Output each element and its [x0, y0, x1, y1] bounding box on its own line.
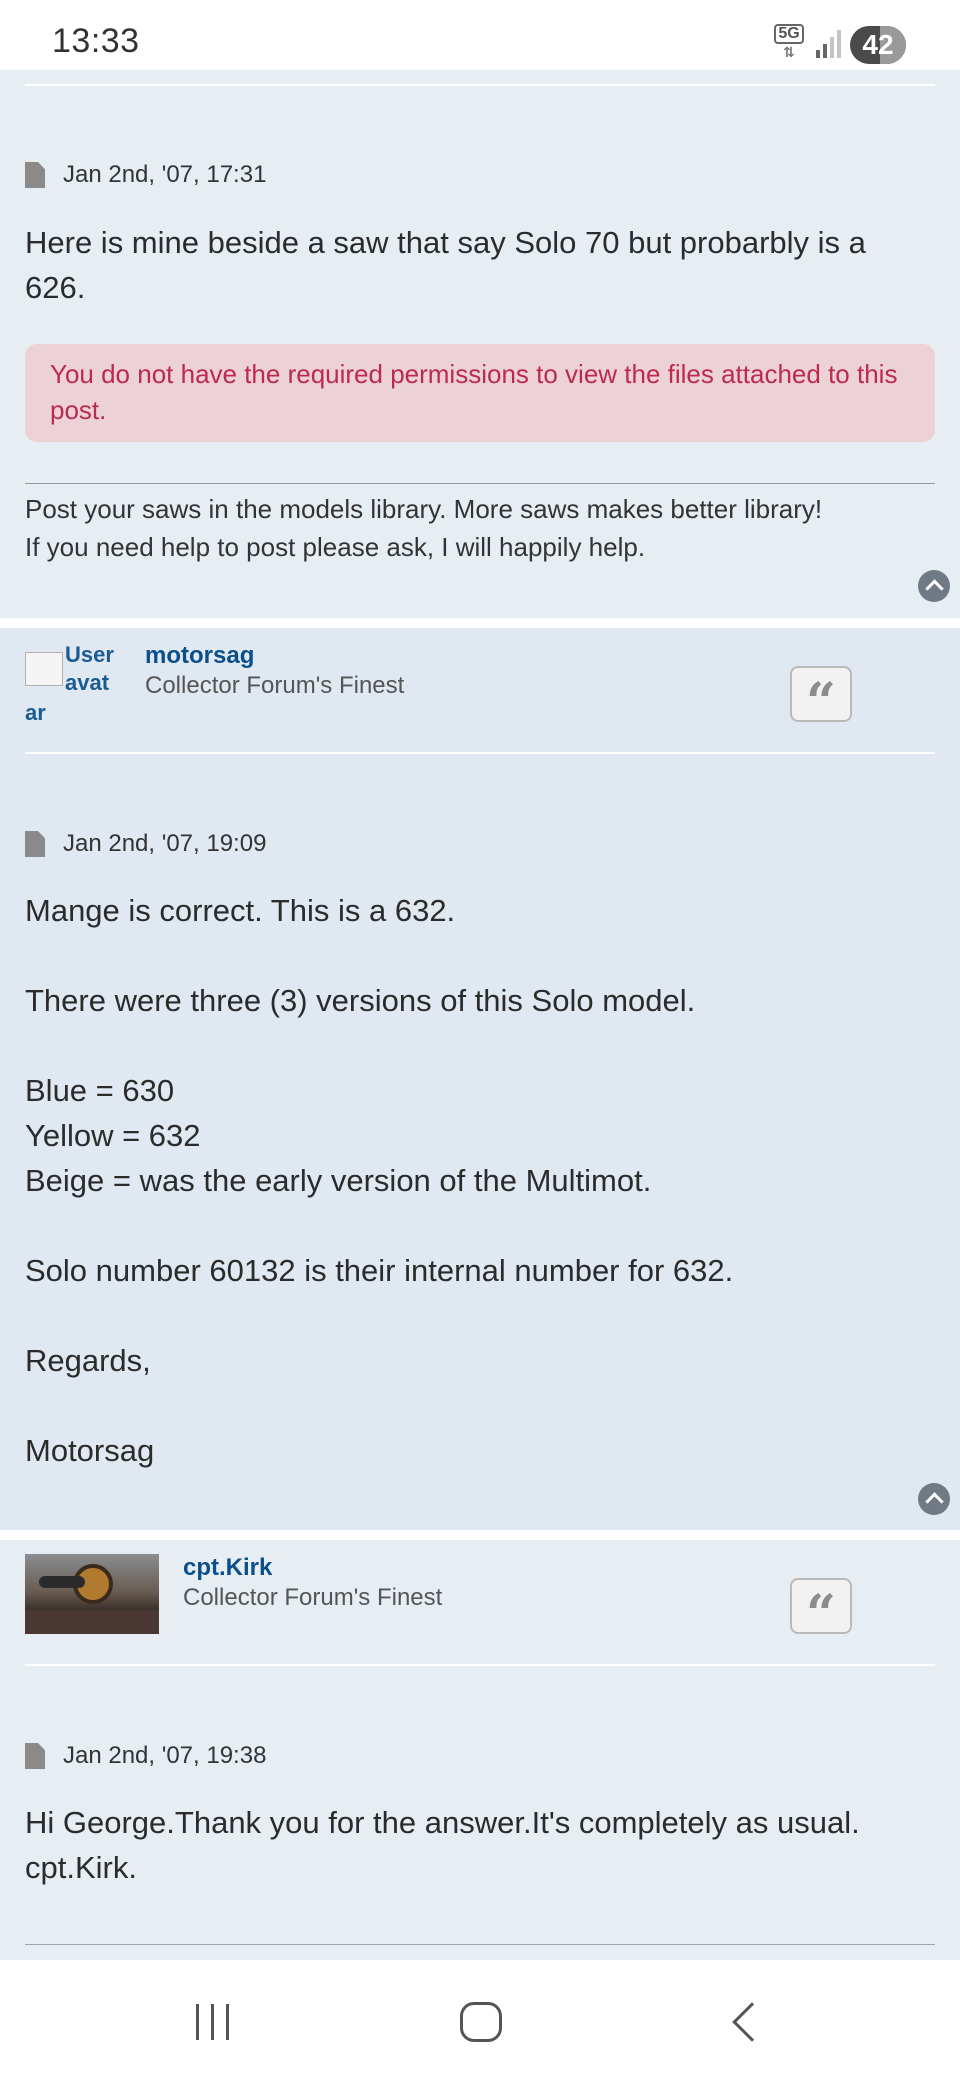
home-icon[interactable] — [460, 2002, 502, 2042]
network-5g-icon: 5G ⇅ — [772, 24, 806, 60]
signature-separator — [25, 483, 935, 484]
post-date-text: Jan 2nd, '07, 17:31 — [63, 161, 267, 188]
back-icon[interactable] — [732, 2002, 772, 2042]
quote-icon: “ — [806, 1584, 836, 1645]
signature-line: Post your saws in the models library. Mo… — [25, 494, 823, 524]
post-header-divider — [25, 1664, 935, 1666]
post-1: Jan 2nd, '07, 17:31 Here is mine beside … — [0, 70, 960, 618]
post-header-divider — [25, 84, 935, 86]
signature-separator — [25, 1944, 935, 1945]
recent-apps-icon[interactable] — [194, 2004, 232, 2040]
file-icon — [25, 831, 45, 857]
post-author-link[interactable]: cpt.Kirk — [183, 1554, 272, 1582]
post-content: Here is mine beside a saw that say Solo … — [25, 225, 866, 305]
broken-image-icon — [25, 652, 63, 686]
post-date: Jan 2nd, '07, 17:31 — [25, 161, 266, 189]
avatar[interactable] — [25, 1554, 159, 1634]
quote-button[interactable]: “ — [790, 666, 852, 733]
post-date-text: Jan 2nd, '07, 19:38 — [63, 1742, 267, 1769]
back-to-top-chevron-up-icon[interactable] — [918, 1483, 950, 1515]
file-icon — [25, 1743, 45, 1769]
post-date: Jan 2nd, '07, 19:09 — [25, 830, 266, 858]
post-header-divider — [25, 752, 935, 754]
status-time: 13:33 — [52, 22, 140, 60]
back-to-top-chevron-up-icon[interactable] — [918, 570, 950, 602]
post-3: cpt.Kirk Collector Forum's Finest “ Jan … — [0, 1540, 960, 1960]
avatar[interactable]: User avat ar — [25, 640, 135, 730]
battery-indicator: 42 — [850, 26, 906, 64]
post-content: Mange is correct. This is a 632. There w… — [25, 893, 734, 1468]
signature-line: If you need help to post please ask, I w… — [25, 532, 646, 562]
quote-icon: “ — [806, 672, 836, 733]
post-content: Hi George.Thank you for the answer.It's … — [25, 1805, 860, 1885]
quote-button[interactable]: “ — [790, 1578, 852, 1645]
post-date: Jan 2nd, '07, 19:38 — [25, 1742, 266, 1770]
permissions-notice: You do not have the required permissions… — [25, 344, 935, 442]
file-icon — [25, 162, 45, 188]
post-author-link[interactable]: motorsag — [145, 642, 254, 670]
post-2: User avat ar motorsag Collector Forum's … — [0, 628, 960, 1530]
system-navigation-bar — [0, 1960, 960, 2080]
post-date-text: Jan 2nd, '07, 19:09 — [63, 830, 267, 857]
status-bar: 13:33 5G ⇅ 42 — [0, 0, 960, 70]
signal-strength-icon — [816, 30, 841, 58]
post-signature: Post your saws in the models library. Mo… — [25, 490, 935, 566]
post-author-rank: Collector Forum's Finest — [145, 672, 405, 699]
post-author-rank: Collector Forum's Finest — [183, 1584, 443, 1611]
